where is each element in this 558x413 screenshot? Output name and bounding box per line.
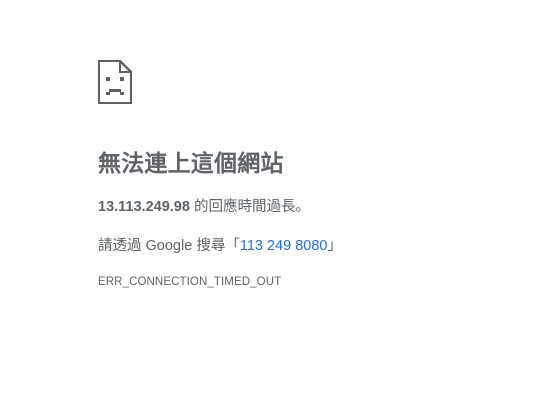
sad-page-icon bbox=[97, 59, 133, 105]
suggestion-prefix: 請透過 Google 搜尋「 bbox=[98, 238, 240, 254]
error-headline: 無法連上這個網站 bbox=[98, 150, 284, 176]
summary-text: 的回應時間過長。 bbox=[189, 199, 310, 215]
host-address: 13.113.249.98 bbox=[98, 199, 190, 215]
error-code: ERR_CONNECTION_TIMED_OUT bbox=[98, 276, 282, 288]
google-search-link[interactable]: 113 249 8080 bbox=[240, 238, 328, 254]
error-page: 無法連上這個網站 13.113.249.98 的回應時間過長。 請透過 Goog… bbox=[97, 59, 538, 290]
error-summary: 13.113.249.98 的回應時間過長。 bbox=[98, 197, 538, 217]
search-suggestion: 請透過 Google 搜尋「113 249 8080」 bbox=[98, 236, 538, 256]
suggestion-suffix: 」 bbox=[327, 238, 342, 254]
